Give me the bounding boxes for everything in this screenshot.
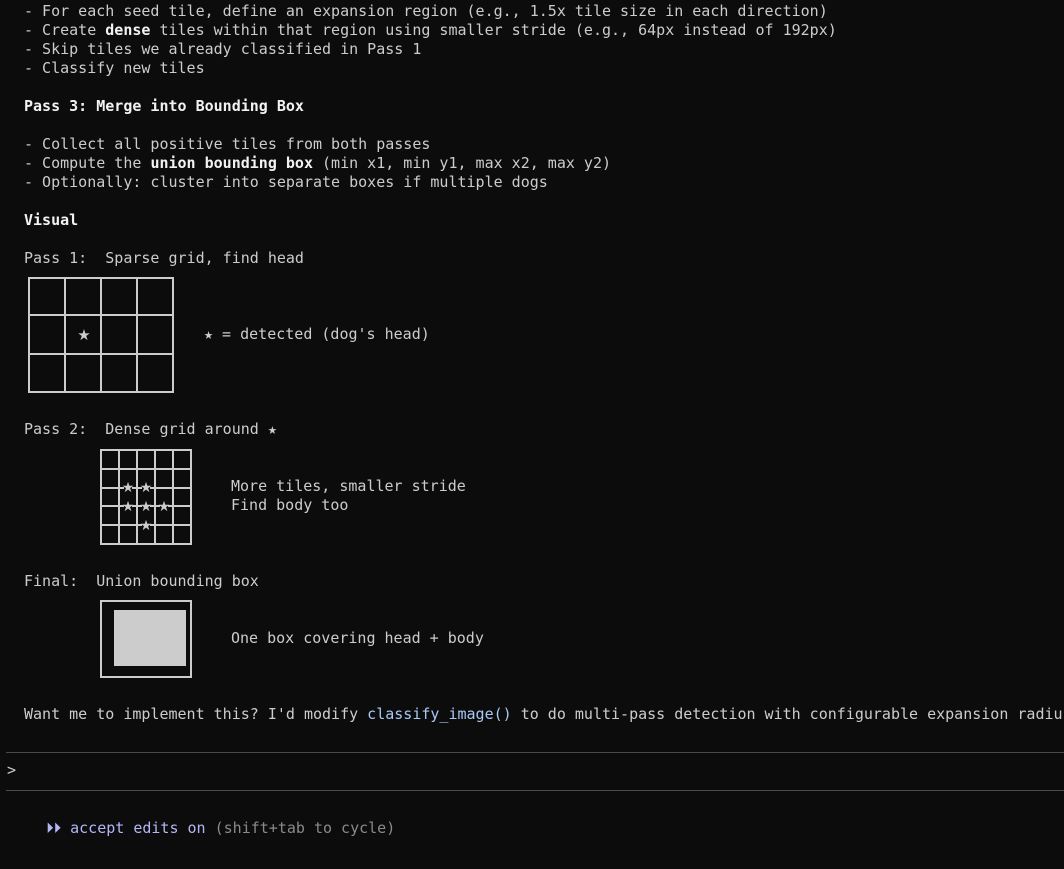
implementation-question: Want me to implement this? I'd modify cl… <box>24 705 1064 723</box>
star-icon: ★ <box>158 499 171 515</box>
pass3-heading: Pass 3: Merge into Bounding Box <box>24 97 304 115</box>
pass1-sparse-grid: ★ <box>28 277 174 393</box>
pass2-note-body: Find body too <box>231 496 349 514</box>
pass2-note-tiles: More tiles, smaller stride <box>231 477 466 495</box>
plan-line: - Create dense tiles within that region … <box>24 21 837 39</box>
mode-indicator[interactable]: ⏵⏵ accept edits on (shift+tab to cycle) <box>28 800 395 837</box>
star-icon: ★ <box>140 518 153 534</box>
plan-line: - Collect all positive tiles from both p… <box>24 135 431 153</box>
plan-line: - Classify new tiles <box>24 59 205 77</box>
fast-forward-icon: ⏵⏵ <box>46 819 62 837</box>
plan-line: - Compute the union bounding box (min x1… <box>24 154 612 172</box>
input-divider-top <box>6 752 1064 753</box>
star-icon: ★ <box>140 480 153 496</box>
input-divider-bottom <box>6 790 1064 791</box>
star-icon: ★ <box>122 499 135 515</box>
pass1-note: ★ = detected (dog's head) <box>204 325 430 343</box>
prompt-input[interactable]: > <box>7 761 16 780</box>
pass2-label: Pass 2: Dense grid around ★ <box>24 420 277 438</box>
plan-line: - Skip tiles we already classified in Pa… <box>24 40 422 58</box>
star-icon: ★ <box>77 326 90 344</box>
visual-heading: Visual <box>24 211 79 229</box>
plan-line: - Optionally: cluster into separate boxe… <box>24 173 548 191</box>
final-label: Final: Union bounding box <box>24 572 259 590</box>
function-name: classify_image() <box>367 705 512 723</box>
star-icon: ★ <box>140 499 153 515</box>
plan-line: - For each seed tile, define an expansio… <box>24 2 828 20</box>
final-bounding-box <box>100 600 192 678</box>
star-icon: ★ <box>122 480 135 496</box>
pass1-label: Pass 1: Sparse grid, find head <box>24 249 304 267</box>
pass2-dense-grid: ★ ★ ★ ★ ★ ★ <box>100 449 192 545</box>
mode-hint: (shift+tab to cycle) <box>214 819 396 837</box>
prompt-symbol: > <box>7 761 17 779</box>
final-note: One box covering head + body <box>231 629 484 647</box>
mode-label: accept edits on <box>70 819 206 837</box>
